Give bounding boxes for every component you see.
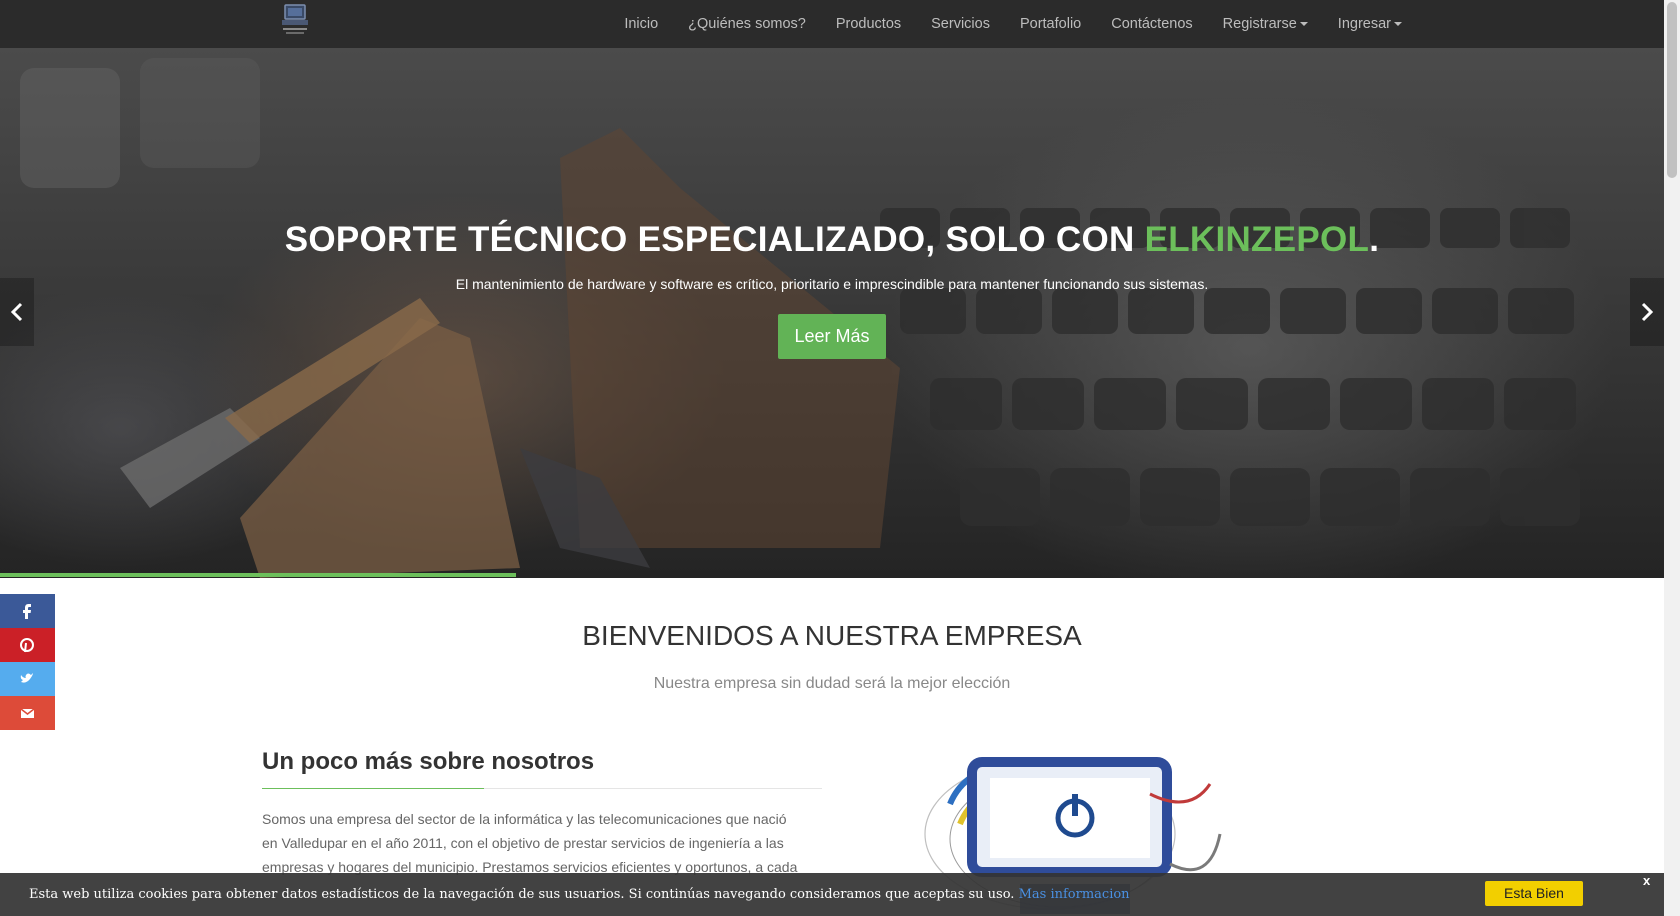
nav-link-label: Registrarse — [1222, 16, 1297, 32]
facebook-icon — [23, 603, 31, 619]
nav-link-portafolio[interactable]: Portafolio — [1020, 16, 1081, 32]
hero-title-suffix: . — [1369, 220, 1380, 259]
accept-cookies-button[interactable]: Esta Bien — [1485, 881, 1583, 906]
hero-title-brand: ELKINZEPOL — [1144, 220, 1370, 259]
scrollbar-thumb[interactable] — [1667, 2, 1677, 178]
nav-link-label: Servicios — [931, 16, 990, 32]
hero-content: SOPORTE TÉCNICO ESPECIALIZADO, SOLO CON … — [0, 220, 1664, 359]
about-divider — [262, 788, 822, 789]
nav-link-ingresar[interactable]: Ingresar — [1338, 16, 1402, 32]
logo[interactable] — [277, 2, 313, 38]
close-cookie-banner-button[interactable]: x — [1643, 873, 1650, 888]
welcome-subtitle: Nuestra empresa sin dudad será la mejor … — [653, 675, 1011, 692]
caret-down-icon — [1299, 22, 1308, 26]
about-title: Un poco más sobre nosotros — [262, 748, 595, 775]
nav-link-productos[interactable]: Productos — [836, 16, 901, 32]
pinterest-icon — [20, 637, 34, 652]
hero-title-prefix: SOPORTE TÉCNICO ESPECIALIZADO, SOLO CON — [284, 220, 1145, 259]
nav-link-inicio[interactable]: Inicio — [624, 16, 658, 32]
nav-link-label: ¿Quiénes somos? — [688, 16, 806, 32]
hero-subtitle: El mantenimiento de hardware y software … — [455, 276, 1209, 292]
pinterest-share-button[interactable] — [0, 628, 55, 662]
more-info-link[interactable]: Mas informacion — [1019, 887, 1130, 902]
prev-slide-button[interactable] — [0, 278, 34, 346]
nav-menu: Inicio ¿Quiénes somos? Productos Servicios P… — [594, 0, 1402, 48]
nav-link-contáctenos[interactable]: Contáctenos — [1111, 16, 1192, 32]
hero-title: SOPORTE TÉCNICO ESPECIALIZADO, SOLO CON … — [0, 220, 1664, 260]
email-share-button[interactable] — [0, 696, 55, 730]
read-more-button[interactable]: Leer Más — [778, 314, 886, 359]
nav-link-label: Contáctenos — [1111, 16, 1193, 32]
nav-link-label: Inicio — [624, 16, 659, 32]
email-icon — [20, 707, 35, 718]
about-text: Somos una empresa del sector de la infor… — [262, 811, 798, 875]
nav-link-servicios[interactable]: Servicios — [931, 16, 990, 32]
cookie-banner: Esta web utiliza cookies para obtener da… — [0, 873, 1664, 916]
cookie-text: Esta web utiliza cookies para obtener da… — [29, 887, 1015, 902]
nav-link-label: Ingresar — [1337, 16, 1391, 32]
social-share-bar — [0, 594, 55, 730]
chevron-left-icon — [10, 302, 23, 322]
nav-link-quiénes-somos[interactable]: ¿Quiénes somos? — [688, 16, 806, 32]
cookie-message: Esta web utiliza cookies para obtener da… — [29, 887, 1130, 902]
nav-link-registrarse[interactable]: Registrarse — [1223, 16, 1308, 32]
nav-link-label: Portafolio — [1019, 16, 1082, 32]
nav-link-label: Productos — [835, 16, 902, 32]
twitter-share-button[interactable] — [0, 662, 55, 696]
navbar: Inicio ¿Quiénes somos? Productos Servicios P… — [0, 0, 1664, 48]
about-section: Un poco más sobre nosotros Somos una emp… — [262, 748, 822, 879]
welcome-title: BIENVENIDOS A NUESTRA EMPRESA — [582, 620, 1082, 651]
chevron-right-icon — [1641, 302, 1654, 322]
next-slide-button[interactable] — [1630, 278, 1664, 346]
page-scrollbar[interactable] — [1664, 0, 1680, 916]
hero-slider: SOPORTE TÉCNICO ESPECIALIZADO, SOLO CON … — [0, 48, 1664, 578]
about-divider-accent — [262, 788, 484, 789]
facebook-share-button[interactable] — [0, 594, 55, 628]
slide-progress-bar — [0, 573, 516, 577]
twitter-icon — [20, 672, 33, 683]
slide-progress-track — [0, 573, 1664, 578]
caret-down-icon — [1394, 22, 1402, 26]
